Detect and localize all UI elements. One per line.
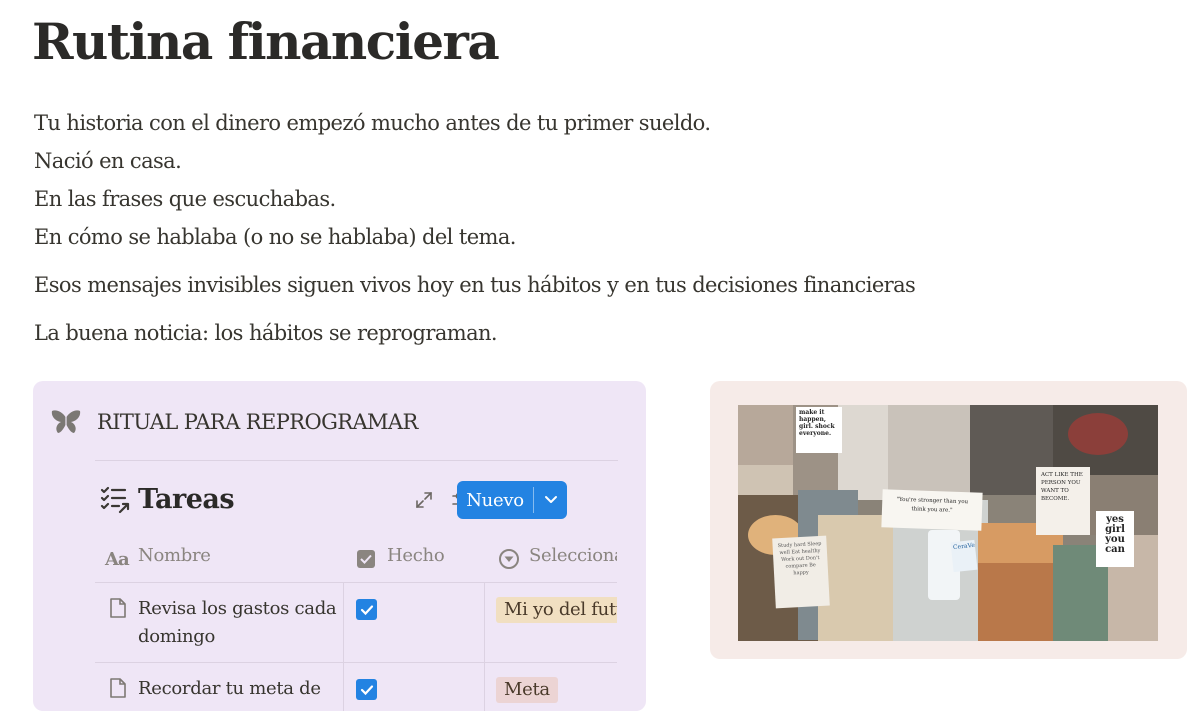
select-cell[interactable]: Meta [484,663,617,711]
name-cell[interactable]: Revisa los gastos cada domingo [95,583,343,663]
moodboard-card: make it happen, girl. shock everyone. "Y… [710,381,1187,659]
column-header-hecho[interactable]: Hecho [343,536,485,582]
page-icon [110,598,126,618]
checkbox-checked[interactable] [356,599,377,620]
task-name[interactable]: Revisa los gastos cada domingo [138,595,338,651]
quote-note: Study hard Sleep well Eat healthy Work o… [772,535,830,609]
moodboard-collage[interactable]: make it happen, girl. shock everyone. "Y… [738,405,1158,641]
page-icon [110,678,126,698]
done-cell[interactable] [343,583,485,663]
paragraph[interactable]: Tu historia con el dinero empezó mucho a… [34,104,1134,142]
paragraph[interactable]: La buena noticia: los hábitos se reprogr… [34,314,1134,352]
done-cell[interactable] [343,663,485,711]
task-list-icon [100,486,130,514]
name-cell[interactable]: Recordar tu meta de [95,663,343,711]
divider [95,460,618,461]
butterfly-icon[interactable] [51,409,81,435]
quote-note: "You're stronger than you think you are.… [881,489,983,531]
callout-title: RITUAL PARA REPROGRAMAR [97,410,418,434]
database-header: Tareas Nuevo [97,481,617,521]
select-property-icon [499,549,519,569]
column-header-nombre[interactable]: Aa Nombre [95,536,343,582]
quote-note: ACT LIKE THE PERSON YOU WANT TO BECOME. [1036,467,1090,535]
checkbox-checked[interactable] [356,679,377,700]
select-cell[interactable]: Mi yo del futuro [484,583,617,663]
task-name[interactable]: Recordar tu meta de [138,675,338,703]
chevron-down-icon[interactable] [534,481,567,519]
paragraph[interactable]: Nació en casa. [34,142,1134,180]
photo-tile [1068,413,1128,455]
paragraph[interactable]: Esos mensajes invisibles siguen vivos ho… [34,266,1134,304]
select-tag[interactable]: Mi yo del futuro [496,597,617,623]
select-tag[interactable]: Meta [496,677,558,703]
page-title[interactable]: Rutina financiera [32,6,500,78]
column-header-selecciona[interactable]: Selecciona [484,536,617,582]
table-header: Aa Nombre Hecho Selecciona [95,536,617,582]
expand-icon[interactable] [413,489,435,511]
ritual-callout: RITUAL PARA REPROGRAMAR Tareas Nuevo Aa … [33,381,646,711]
tasks-table: Aa Nombre Hecho Selecciona Revisa los ga… [95,536,617,711]
database-title[interactable]: Tareas [138,481,235,519]
table-row[interactable]: Revisa los gastos cada domingo Mi yo del… [95,582,617,663]
new-button[interactable]: Nuevo [457,481,567,519]
quote-note: make it happen, girl. shock everyone. [796,407,842,453]
intro-text: Tu historia con el dinero empezó mucho a… [34,104,1134,352]
paragraph[interactable]: En las frases que escuchabas. [34,180,1134,218]
new-button-label[interactable]: Nuevo [457,481,533,519]
paragraph[interactable]: En cómo se hablaba (o no se hablaba) del… [34,218,1134,256]
callout-header: RITUAL PARA REPROGRAMAR [51,409,418,435]
text-property-icon: Aa [105,549,130,570]
checkbox-property-icon [357,550,375,568]
quote-note: yes girl you can [1096,511,1134,567]
product-label: CeraVe [950,539,978,573]
